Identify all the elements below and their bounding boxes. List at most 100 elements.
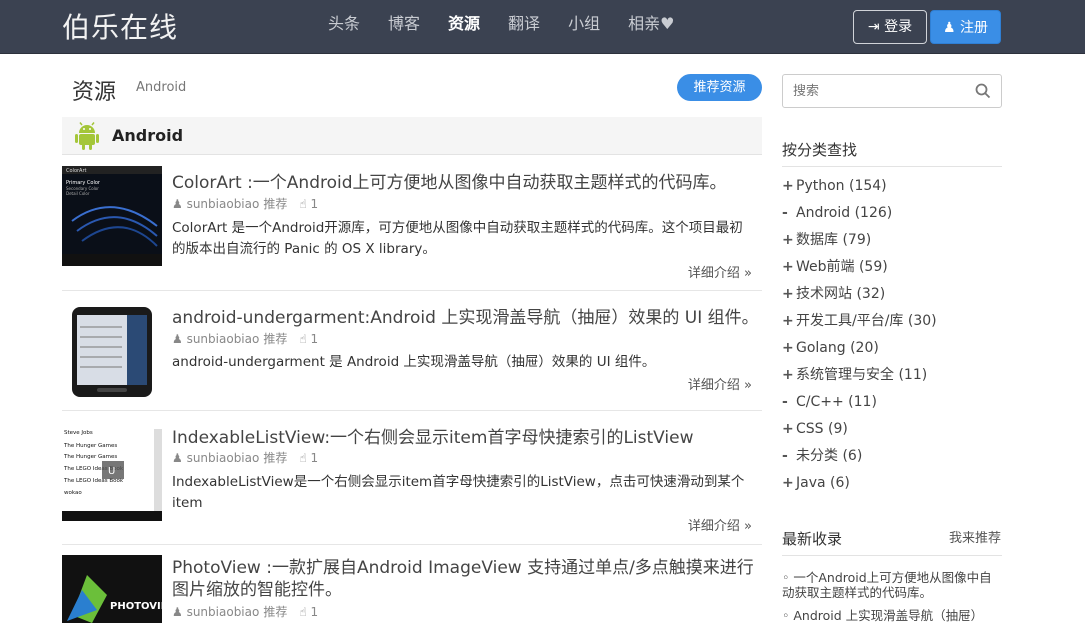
expand-icon[interactable]: +	[782, 335, 796, 362]
item-author[interactable]: sunbiaobiao	[187, 197, 260, 211]
category-item-label[interactable]: 数据库 (79)	[796, 227, 871, 254]
login-button[interactable]: ⇥ 登录	[853, 10, 927, 44]
collapse-icon[interactable]: -	[782, 389, 796, 416]
item-title-link[interactable]: ColorArt :一个Android上可方便地从图像中自动获取主题样式的代码库…	[172, 168, 727, 193]
latest-item[interactable]: ◦ Android 上实现滑盖导航（抽屉）	[782, 608, 1002, 623]
thumbs-up-icon[interactable]: ☝	[299, 605, 310, 619]
category-item-label[interactable]: 系统管理与安全 (11)	[796, 362, 927, 389]
item-more-link[interactable]: 详细介绍 »	[688, 262, 752, 281]
divider	[782, 166, 1002, 167]
my-recommend-link[interactable]: 我来推荐	[949, 527, 1001, 546]
item-meta: ♟ sunbiaobiao 推荐 ☝ 1	[172, 449, 318, 466]
category-item-label[interactable]: Java (6)	[796, 470, 850, 497]
item-action[interactable]: 推荐	[263, 195, 287, 212]
breadcrumb[interactable]: Android	[136, 80, 186, 95]
item-more-link[interactable]: 详细介绍 »	[688, 515, 752, 534]
main-nav: 头条 博客 资源 翻译 小组 相亲♥	[314, 0, 688, 54]
item-more-link[interactable]: 详细介绍 »	[688, 374, 752, 393]
nav-item-translate[interactable]: 翻译	[494, 0, 554, 54]
register-label: 注册	[960, 20, 988, 36]
category-item-label[interactable]: Golang (20)	[796, 335, 879, 362]
category-header: Android	[62, 117, 762, 155]
item-title-link[interactable]: PhotoView :一款扩展自Android ImageView 支持通过单点…	[172, 557, 762, 601]
category-item[interactable]: + 开发工具/平台/库 (30)	[782, 308, 1002, 335]
expand-icon[interactable]: +	[782, 173, 796, 200]
expand-icon[interactable]: +	[782, 254, 796, 281]
recommend-resource-button[interactable]: 推荐资源	[677, 74, 762, 101]
category-item-label[interactable]: C/C++ (11)	[796, 389, 877, 416]
thumb-text: The Hunger Games	[63, 454, 117, 460]
category-item[interactable]: - 未分类 (6)	[782, 443, 1002, 470]
item-thumbnail[interactable]	[62, 301, 162, 401]
site-logo[interactable]: 伯乐在线	[62, 6, 178, 46]
expand-icon[interactable]: +	[782, 227, 796, 254]
collapse-icon[interactable]: -	[782, 200, 796, 227]
item-thumbnail[interactable]: Steve Jobs The Hunger Games The Hunger G…	[62, 421, 162, 521]
item-action[interactable]: 推荐	[263, 330, 287, 347]
category-item[interactable]: + 技术网站 (32)	[782, 281, 1002, 308]
item-meta: ♟ sunbiaobiao 推荐 ☝ 1	[172, 603, 318, 620]
nav-item-resources[interactable]: 资源	[434, 0, 494, 54]
item-title-link[interactable]: IndexableListView:一个右侧会显示item首字母快捷索引的Lis…	[172, 423, 694, 448]
item-author[interactable]: sunbiaobiao	[187, 605, 260, 619]
category-label: Android	[112, 126, 184, 145]
nav-item-blog[interactable]: 博客	[374, 0, 434, 54]
item-likes: 1	[310, 331, 319, 346]
category-item[interactable]: + 系统管理与安全 (11)	[782, 362, 1002, 389]
user-icon: ♟	[172, 196, 187, 211]
latest-item[interactable]: ◦ 一个Android上可方便地从图像中自动获取主题样式的代码库。	[782, 570, 1002, 600]
category-item[interactable]: + Web前端 (59)	[782, 254, 1002, 281]
item-meta: ♟ sunbiaobiao 推荐 ☝ 1	[172, 195, 318, 212]
thumb-text: PHOTOVIEW	[110, 601, 162, 612]
search-input[interactable]	[793, 75, 973, 107]
thumbs-up-icon[interactable]: ☝	[299, 332, 310, 346]
collapse-icon[interactable]: -	[782, 443, 796, 470]
category-item[interactable]: + CSS (9)	[782, 416, 1002, 443]
item-action[interactable]: 推荐	[263, 449, 287, 466]
nav-item-headlines[interactable]: 头条	[314, 0, 374, 54]
search-icon[interactable]	[975, 83, 991, 99]
expand-icon[interactable]: +	[782, 281, 796, 308]
resource-item: ColorArt Primary Color Secondary Color D…	[62, 156, 762, 291]
thumb-text: Detail Color	[66, 191, 90, 196]
resource-item: PHOTOVIEW PhotoView :一款扩展自Android ImageV…	[62, 545, 762, 623]
category-list: + Python (154) - Android (126) + 数据库 (79) +…	[782, 173, 1002, 497]
category-item[interactable]: + Golang (20)	[782, 335, 1002, 362]
category-item-label[interactable]: 未分类 (6)	[796, 443, 862, 470]
android-icon	[75, 122, 99, 150]
category-item[interactable]: + Python (154)	[782, 173, 1002, 200]
expand-icon[interactable]: +	[782, 308, 796, 335]
item-thumbnail[interactable]: ColorArt Primary Color Secondary Color D…	[62, 166, 162, 266]
item-meta: ♟ sunbiaobiao 推荐 ☝ 1	[172, 330, 318, 347]
item-description: ColorArt 是一个Android开源库，可方便地从图像中自动获取主题样式的…	[172, 220, 743, 257]
category-section-title: 按分类查找	[782, 141, 858, 159]
divider	[782, 555, 1002, 556]
item-action[interactable]: 推荐	[263, 603, 287, 620]
category-item-label[interactable]: 技术网站 (32)	[796, 281, 885, 308]
item-title-link[interactable]: android-undergarment:Android 上实现滑盖导航（抽屉）…	[172, 303, 759, 328]
item-author[interactable]: sunbiaobiao	[187, 451, 260, 465]
item-likes: 1	[310, 604, 319, 619]
item-likes: 1	[310, 196, 319, 211]
category-item-label[interactable]: Android (126)	[796, 200, 892, 227]
item-thumbnail[interactable]: PHOTOVIEW	[62, 555, 162, 623]
nav-item-dating[interactable]: 相亲♥	[614, 0, 688, 54]
thumbs-up-icon[interactable]: ☝	[299, 197, 310, 211]
category-item-label[interactable]: 开发工具/平台/库 (30)	[796, 308, 937, 335]
expand-icon[interactable]: +	[782, 470, 796, 497]
item-author[interactable]: sunbiaobiao	[187, 332, 260, 346]
thumbs-up-icon[interactable]: ☝	[299, 451, 310, 465]
expand-icon[interactable]: +	[782, 362, 796, 389]
category-item-label[interactable]: Python (154)	[796, 173, 887, 200]
category-item-label[interactable]: CSS (9)	[796, 416, 848, 443]
category-item[interactable]: + 数据库 (79)	[782, 227, 1002, 254]
thumb-text: The Hunger Games	[63, 443, 117, 449]
category-item[interactable]: - Android (126)	[782, 200, 1002, 227]
expand-icon[interactable]: +	[782, 416, 796, 443]
nav-item-groups[interactable]: 小组	[554, 0, 614, 54]
register-button[interactable]: ♟ 注册	[930, 10, 1001, 44]
item-likes: 1	[310, 450, 319, 465]
category-item[interactable]: - C/C++ (11)	[782, 389, 1002, 416]
category-item-label[interactable]: Web前端 (59)	[796, 254, 888, 281]
category-item[interactable]: + Java (6)	[782, 470, 1002, 497]
